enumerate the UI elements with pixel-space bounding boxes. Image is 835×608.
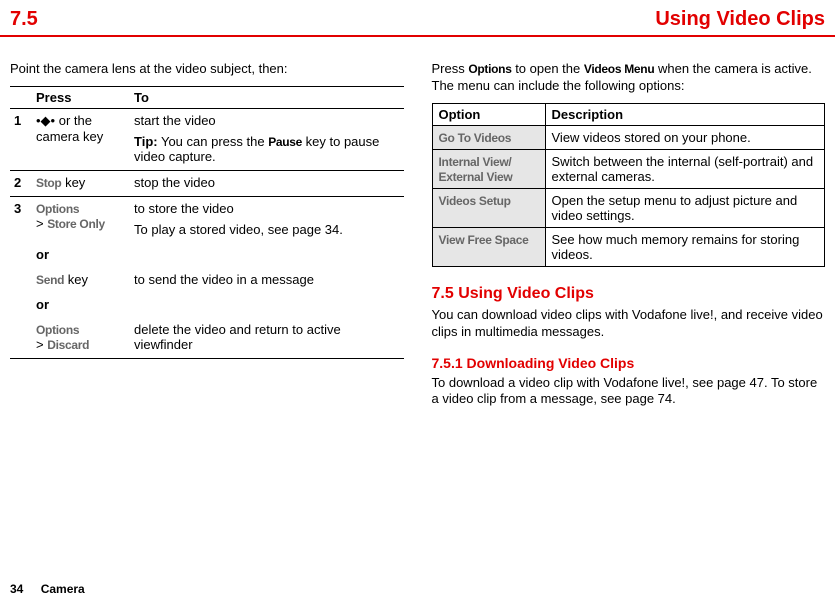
discard-label: Discard <box>47 338 89 352</box>
tip-text1: You can press the <box>158 134 269 149</box>
option-row: View Free Space See how much memory rema… <box>432 227 825 266</box>
header-section-number: 7.5 <box>10 8 38 31</box>
store-only-label: Store Only <box>47 217 105 231</box>
step3a-press: Options > Store Only <box>32 196 130 243</box>
chapter-name: Camera <box>41 582 85 596</box>
option-name: Go To Videos <box>439 131 512 145</box>
option-desc: Switch between the internal (self-portra… <box>545 149 825 188</box>
option-row: Videos Setup Open the setup menu to adju… <box>432 188 825 227</box>
steps-head-press: Press <box>32 86 130 108</box>
step1-press: •◆• or the camera key <box>32 108 130 170</box>
tip-label: Tip: <box>134 134 158 149</box>
steps-header-row: Press To <box>10 86 404 108</box>
page-content: Point the camera lens at the video subje… <box>0 37 835 416</box>
step3b-key-suffix: key <box>64 272 88 287</box>
step3c-to: delete the video and return to active vi… <box>130 318 404 359</box>
step3a-to1: to store the video <box>134 201 234 216</box>
page-footer: 34 Camera <box>10 582 85 596</box>
step-row-3a: 3 Options > Store Only to store the vide… <box>10 196 404 243</box>
page-number: 34 <box>10 582 23 596</box>
left-column: Point the camera lens at the video subje… <box>10 57 404 416</box>
step3b-to: to send the video in a message <box>130 268 404 293</box>
option-desc: View videos stored on your phone. <box>545 125 825 149</box>
option-desc: See how much memory remains for storing … <box>545 227 825 266</box>
step-row-3c: Options > Discard delete the video and r… <box>10 318 404 359</box>
stop-key-label: Stop <box>36 176 61 190</box>
step2-number: 2 <box>10 170 32 196</box>
option-name: View Free Space <box>439 233 529 247</box>
option-desc: Open the setup menu to adjust picture an… <box>545 188 825 227</box>
or-label-2: or <box>32 293 130 318</box>
step-row-1: 1 •◆• or the camera key start the video … <box>10 108 404 170</box>
step3a-to: to store the video To play a stored vide… <box>130 196 404 243</box>
step3c-press: Options > Discard <box>32 318 130 359</box>
right-intro-pre: Press <box>432 61 469 76</box>
options-key-label-3: Options <box>468 62 511 76</box>
step1-to: start the video Tip: You can press the P… <box>130 108 404 170</box>
option-name: Videos Setup <box>439 194 511 208</box>
option-name: Internal View/ External View <box>439 155 513 184</box>
step3-number: 3 <box>10 196 32 243</box>
step3a-to1b: To play a stored video, see page 34. <box>134 222 400 237</box>
subsection-text: You can download video clips with Vodafo… <box>432 307 826 341</box>
center-select-icon: •◆• <box>36 113 55 128</box>
pause-key-label: Pause <box>268 135 302 149</box>
subsubsection-text: To download a video clip with Vodafone l… <box>432 375 826 409</box>
subsubsection-heading: 7.5.1 Downloading Video Clips <box>432 355 826 371</box>
videos-menu-label: Videos Menu <box>584 62 655 76</box>
right-column: Press Options to open the Videos Menu wh… <box>432 57 826 416</box>
header-section-title: Using Video Clips <box>655 8 825 31</box>
or-label-1: or <box>32 243 130 268</box>
options-key-label-1: Options <box>36 202 79 216</box>
options-key-label-2: Options <box>36 323 79 337</box>
right-intro: Press Options to open the Videos Menu wh… <box>432 61 826 95</box>
step1-number: 1 <box>10 108 32 170</box>
step-row-2: 2 Stop key stop the video <box>10 170 404 196</box>
page-header: 7.5 Using Video Clips <box>0 0 835 37</box>
option-row: Internal View/ External View Switch betw… <box>432 149 825 188</box>
step2-press: Stop key <box>32 170 130 196</box>
options-header-row: Option Description <box>432 103 825 125</box>
step-row-3-or1: or <box>10 243 404 268</box>
options-head-desc: Description <box>545 103 825 125</box>
step2-key-suffix: key <box>61 175 85 190</box>
left-intro: Point the camera lens at the video subje… <box>10 61 404 78</box>
step3b-press: Send key <box>32 268 130 293</box>
send-key-label: Send <box>36 273 64 287</box>
subsection-heading: 7.5 Using Video Clips <box>432 285 826 303</box>
options-head-option: Option <box>432 103 545 125</box>
steps-table: Press To 1 •◆• or the camera key start t… <box>10 86 404 359</box>
right-intro-mid: to open the <box>512 61 584 76</box>
options-table: Option Description Go To Videos View vid… <box>432 103 826 267</box>
step-row-3b: Send key to send the video in a message <box>10 268 404 293</box>
option-row: Go To Videos View videos stored on your … <box>432 125 825 149</box>
step1-to-main: start the video <box>134 113 216 128</box>
step2-to: stop the video <box>130 170 404 196</box>
step-row-3-or2: or <box>10 293 404 318</box>
steps-head-to: To <box>130 86 404 108</box>
